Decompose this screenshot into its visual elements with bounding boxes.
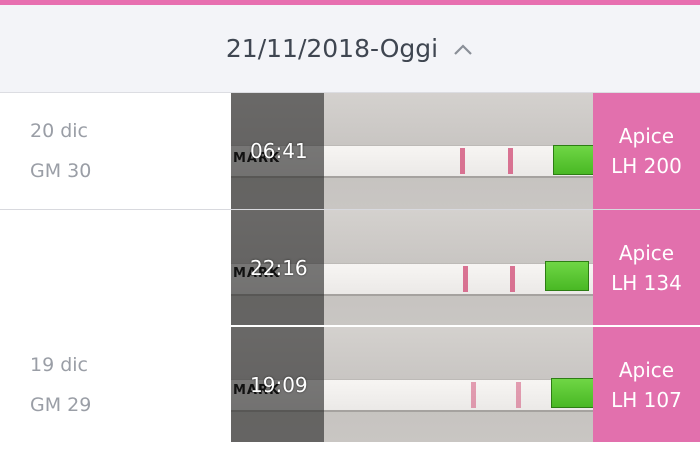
strip-handle (551, 378, 593, 408)
test-time: 22:16 (250, 256, 308, 280)
test-photo[interactable]: MARK 06:41 (231, 93, 593, 209)
test-line (516, 382, 521, 408)
test-line (508, 148, 513, 174)
day-date: 20 dic (30, 120, 89, 142)
test-photo[interactable]: MARK 19:09 (231, 327, 593, 442)
control-line (463, 266, 468, 292)
test-time: 19:09 (250, 373, 308, 397)
result-label: Apice (618, 240, 675, 265)
result-value: LH 107 (611, 387, 682, 412)
strip-handle (553, 145, 593, 175)
cycle-day: GM 30 (30, 160, 92, 182)
lh-result-badge[interactable]: Apice LH 134 (593, 210, 700, 325)
result-value: LH 134 (611, 270, 682, 295)
chevron-up-icon[interactable] (452, 38, 474, 60)
cycle-day: GM 29 (30, 394, 92, 416)
date-range-label: 21/11/2018-Oggi (225, 34, 439, 63)
result-value: LH 200 (611, 154, 682, 178)
strip-handle (545, 261, 589, 291)
result-label: Apice (618, 124, 675, 148)
lh-result-badge[interactable]: Apice LH 107 (593, 327, 700, 442)
lh-result-badge[interactable]: Apice LH 200 (593, 93, 700, 209)
control-line (460, 148, 465, 174)
result-label: Apice (618, 357, 675, 382)
control-line (471, 382, 476, 408)
test-time: 06:41 (250, 139, 308, 163)
row-divider (231, 442, 700, 450)
test-photo[interactable]: MARK 22:16 (231, 210, 593, 325)
test-line (510, 266, 515, 292)
date-range-toggle[interactable]: 21/11/2018-Oggi (0, 5, 700, 93)
day-date: 19 dic (30, 354, 89, 376)
row-divider (231, 325, 700, 327)
